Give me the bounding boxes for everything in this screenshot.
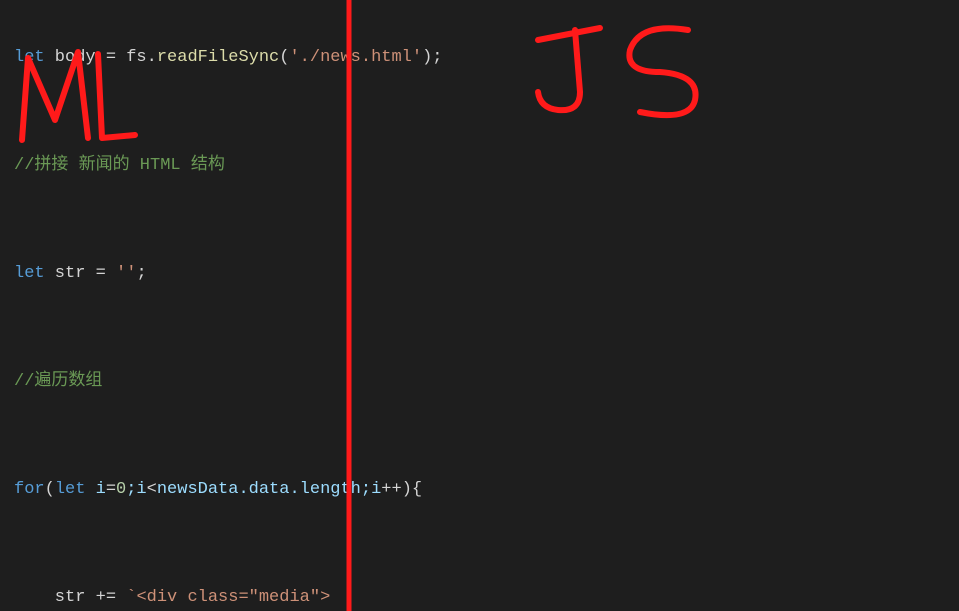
- token: (: [279, 48, 289, 67]
- code-line[interactable]: //遍历数组: [0, 368, 959, 395]
- token: ++: [381, 480, 401, 499]
- token-number: 0: [116, 480, 126, 499]
- token-keyword: let: [14, 48, 45, 67]
- token: ): [402, 480, 412, 499]
- token: `: [126, 588, 136, 607]
- token: ;: [136, 264, 146, 283]
- token-string: './news.html': [289, 48, 422, 67]
- token: ;i: [126, 480, 146, 499]
- token: =: [106, 480, 116, 499]
- code-line[interactable]: //拼接 新闻的 HTML 结构: [0, 152, 959, 179]
- token: i: [85, 480, 105, 499]
- token-comment: //遍历数组: [14, 372, 102, 391]
- token-string: '': [116, 264, 136, 283]
- token: [116, 588, 126, 607]
- code-line[interactable]: str += `<div class="media">: [0, 584, 959, 611]
- token: newsData.data.length;i: [157, 480, 381, 499]
- token-fn: readFileSync: [157, 48, 279, 67]
- token: =: [106, 48, 116, 67]
- token: body: [45, 48, 106, 67]
- code-editor[interactable]: let body = fs.readFileSync('./news.html'…: [0, 0, 959, 611]
- token: str: [14, 588, 96, 607]
- token-string: <div class="media">: [136, 588, 330, 607]
- code-line[interactable]: let str = '';: [0, 260, 959, 287]
- token-keyword: let: [55, 480, 86, 499]
- token: );: [422, 48, 442, 67]
- code-line[interactable]: for(let i=0;i<newsData.data.length;i++){: [0, 476, 959, 503]
- token: (: [45, 480, 55, 499]
- token: <: [147, 480, 157, 499]
- code-line[interactable]: let body = fs.readFileSync('./news.html'…: [0, 44, 959, 71]
- token-comment: //拼接 新闻的 HTML 结构: [14, 156, 225, 175]
- token: fs.: [116, 48, 157, 67]
- token: +=: [96, 588, 116, 607]
- token: =: [96, 264, 106, 283]
- token: str: [45, 264, 96, 283]
- token: [106, 264, 116, 283]
- token-keyword: for: [14, 480, 45, 499]
- token-keyword: let: [14, 264, 45, 283]
- token: {: [412, 480, 422, 499]
